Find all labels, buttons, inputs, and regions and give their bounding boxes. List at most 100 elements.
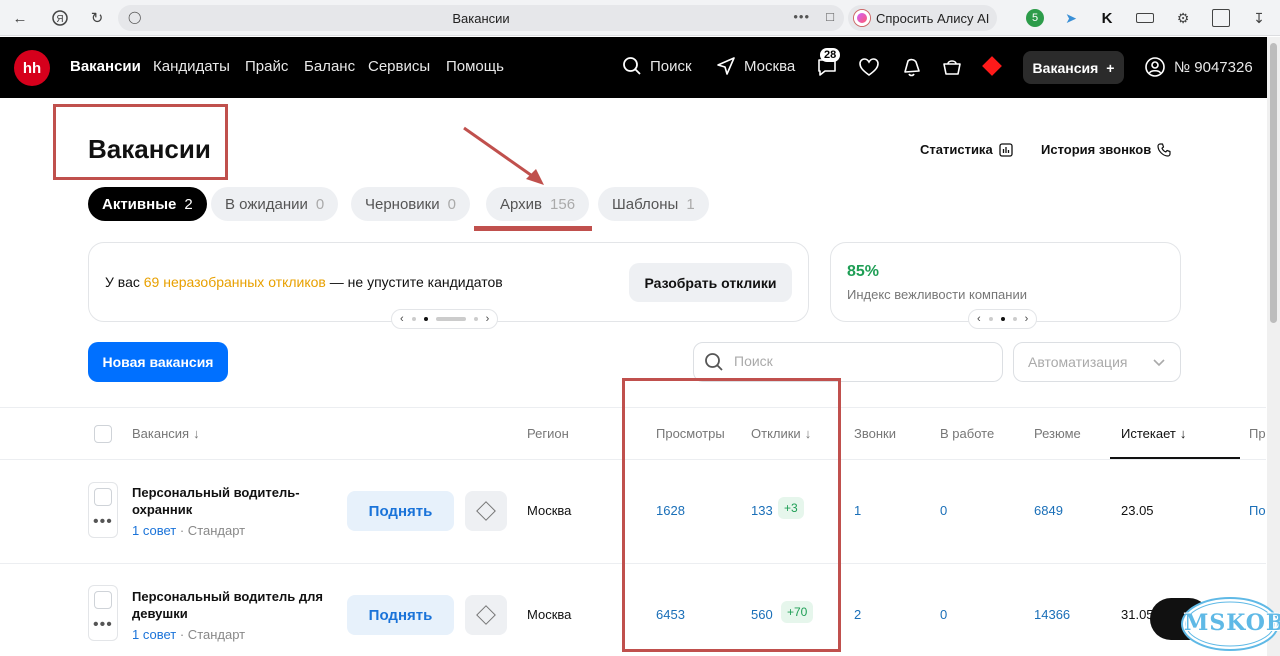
call-history-link[interactable]: История звонков [1041, 142, 1171, 157]
column-calls[interactable]: Звонки [854, 426, 896, 441]
tab-templates-count: 1 [686, 195, 695, 213]
nav-vacancies[interactable]: Вакансии [70, 58, 141, 75]
create-vacancy-button[interactable]: Вакансия + [1023, 51, 1124, 84]
tab-drafts[interactable]: Черновики 0 [351, 187, 470, 221]
row-in-work[interactable]: 0 [940, 503, 947, 518]
nav-city-label: Москва [744, 57, 796, 75]
download-icon[interactable]: ↧ [1250, 9, 1268, 27]
heart-icon[interactable] [857, 55, 881, 79]
column-vacancy[interactable]: Вакансия ↓ [132, 426, 200, 441]
nav-pricing[interactable]: Прайс [245, 58, 288, 75]
send-icon[interactable]: ➤ [1062, 9, 1080, 27]
account-menu[interactable]: № 9047326 [1144, 56, 1253, 78]
plus-icon: + [1106, 59, 1115, 76]
process-responses-button[interactable]: Разобрать отклики [629, 263, 792, 302]
row-calls[interactable]: 1 [854, 503, 861, 518]
bookmark-icon[interactable]: □ [826, 9, 834, 24]
promote-button[interactable] [465, 491, 507, 531]
column-calls-label: Звонки [854, 426, 896, 441]
row-in-work[interactable]: 0 [940, 607, 947, 622]
tab-active[interactable]: Активные 2 [88, 187, 207, 221]
yandex-icon[interactable]: Я [50, 8, 70, 28]
vacancy-title-link[interactable]: Персональный водитель-охранник [132, 484, 332, 518]
call-history-label: История звонков [1041, 142, 1152, 157]
more-actions-icon[interactable]: ••• [93, 617, 113, 633]
tab-title: Вакансии [452, 11, 510, 26]
raise-vacancy-button[interactable]: Поднять [347, 595, 454, 635]
nav-city[interactable]: Москва [716, 56, 795, 76]
automation-dropdown[interactable]: Автоматизация [1013, 342, 1181, 382]
carousel-dot-active[interactable] [423, 317, 428, 321]
row-checkbox[interactable] [94, 591, 112, 609]
address-bar[interactable]: ◯ Вакансии ••• □ [118, 5, 844, 31]
column-next[interactable]: Пр [1249, 426, 1266, 441]
row-actions-box: ••• [88, 482, 118, 538]
row-extend-link[interactable]: По [1249, 503, 1266, 518]
nav-help[interactable]: Помощь [446, 58, 504, 75]
raise-vacancy-button[interactable]: Поднять [347, 491, 454, 531]
column-region[interactable]: Регион [527, 426, 569, 441]
nav-candidates[interactable]: Кандидаты [153, 58, 230, 75]
cart-icon[interactable] [940, 55, 964, 79]
nav-search[interactable]: Поиск [622, 56, 692, 76]
back-icon[interactable]: ← [10, 8, 30, 28]
advice-link[interactable]: 1 совет [132, 523, 176, 538]
column-vacancy-label: Вакансия [132, 426, 190, 441]
column-in-work[interactable]: В работе [940, 426, 994, 441]
tab-templates[interactable]: Шаблоны 1 [598, 187, 709, 221]
reload-icon[interactable]: ↻ [87, 8, 107, 28]
notifications-icon[interactable] [899, 55, 923, 79]
new-vacancy-button[interactable]: Новая вакансия [88, 342, 228, 382]
more-actions-icon[interactable]: ••• [93, 514, 113, 530]
vacancy-meta: 1 совет · Стандарт [132, 627, 245, 642]
carousel-dot[interactable] [1012, 317, 1017, 321]
nav-services[interactable]: Сервисы [368, 58, 430, 75]
more-icon[interactable]: ••• [793, 9, 810, 24]
tab-pending[interactable]: В ожидании 0 [211, 187, 339, 221]
page-scrollbar[interactable] [1267, 37, 1280, 656]
vacancy-title-link[interactable]: Персональный водитель для девушки [132, 588, 332, 622]
scrollbar-thumb[interactable] [1270, 43, 1277, 323]
row-calls[interactable]: 2 [854, 607, 861, 622]
sort-arrow-icon: ↓ [1179, 426, 1187, 441]
row-resume[interactable]: 6849 [1034, 503, 1063, 518]
nav-balance[interactable]: Баланс [304, 58, 355, 75]
k-extension-icon[interactable]: K [1098, 9, 1116, 27]
vacancy-search[interactable] [693, 342, 1003, 382]
banner-highlight-link[interactable]: 69 неразобранных откликов [144, 274, 326, 290]
row-resume[interactable]: 14366 [1034, 607, 1070, 622]
carousel-prev-icon[interactable]: ‹ [977, 313, 981, 325]
search-icon [705, 353, 723, 371]
carousel-next-icon[interactable]: › [1025, 313, 1029, 325]
vacancy-meta: 1 совет · Стандарт [132, 523, 245, 538]
ask-alice-button[interactable]: Спросить Алису AI [848, 5, 998, 31]
promote-button[interactable] [465, 595, 507, 635]
search-icon [623, 57, 641, 75]
statistics-link[interactable]: Статистика [920, 142, 1013, 157]
carousel-next-icon[interactable]: › [486, 313, 490, 325]
carousel-prev-icon[interactable]: ‹ [400, 313, 404, 325]
column-region-label: Регион [527, 426, 569, 441]
tab-archive[interactable]: Архив 156 [486, 187, 590, 221]
carousel-dot[interactable] [988, 317, 993, 321]
hh-logo[interactable]: hh [14, 50, 50, 86]
advice-link[interactable]: 1 совет [132, 627, 176, 642]
create-vacancy-label: Вакансия [1032, 59, 1099, 76]
politeness-label: Индекс вежливости компании [847, 287, 1027, 302]
carousel-dot[interactable] [473, 317, 478, 321]
search-input[interactable] [734, 353, 984, 369]
carousel-dot-active[interactable] [1000, 317, 1005, 321]
extensions-icon[interactable]: ⚙ [1174, 9, 1192, 27]
tab-archive-label: Архив [500, 195, 543, 213]
diamond-icon [476, 605, 496, 625]
ask-alice-label: Спросить Алису AI [876, 10, 990, 26]
extension-icon[interactable]: 5 [1026, 9, 1044, 27]
row-checkbox[interactable] [94, 488, 112, 506]
select-all-checkbox[interactable] [94, 425, 112, 443]
column-resume[interactable]: Резюме [1034, 426, 1081, 441]
screenshot-icon[interactable] [1212, 9, 1230, 27]
location-arrow-icon [717, 57, 735, 75]
tab-archive-count: 156 [550, 195, 576, 213]
carousel-dot[interactable] [411, 317, 416, 321]
column-expires[interactable]: Истекает ↓ [1121, 426, 1186, 441]
